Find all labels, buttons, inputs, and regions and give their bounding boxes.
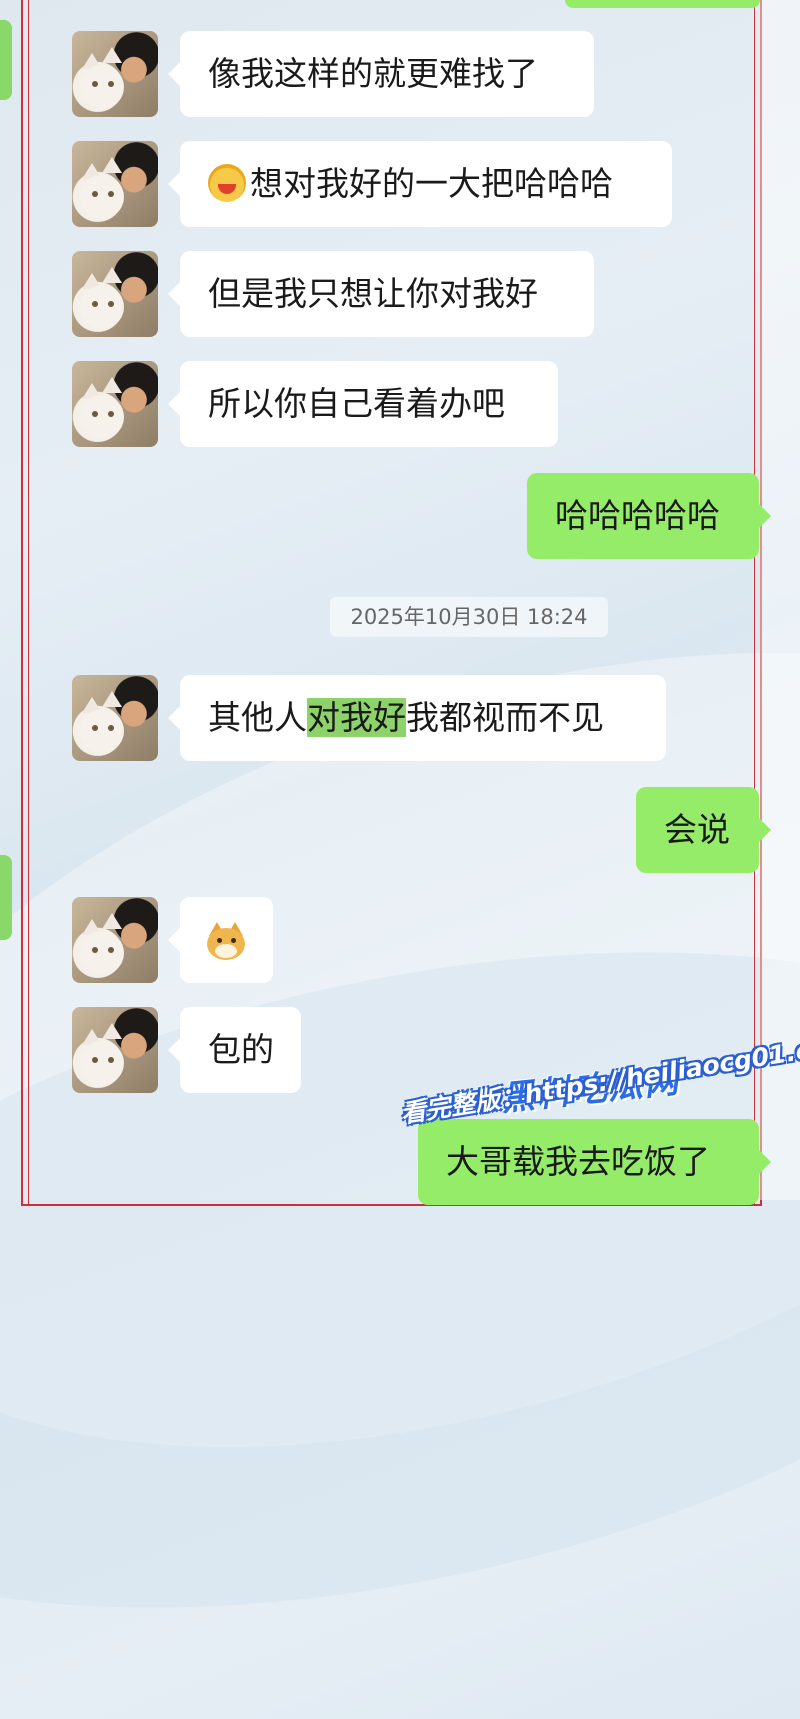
contact-avatar[interactable] xyxy=(72,897,158,983)
chat-timestamp: 2025年10月30日 18:24 xyxy=(330,597,608,637)
message-bubble-received[interactable]: 像我这样的就更难找了 xyxy=(168,31,594,117)
contact-avatar[interactable] xyxy=(72,31,158,117)
message-text: 其他人 xyxy=(208,698,307,737)
message-bubble-received[interactable]: 其他人对我好我都视而不见 xyxy=(168,675,666,761)
emoji-icon xyxy=(208,164,246,202)
message-bubble-sent[interactable]: 大哥载我去吃饭了 xyxy=(418,1119,771,1205)
edge-bubble-left xyxy=(0,20,12,100)
contact-avatar[interactable] xyxy=(72,361,158,447)
contact-avatar[interactable] xyxy=(72,141,158,227)
message-bubble-received[interactable]: 但是我只想让你对我好 xyxy=(168,251,594,337)
message-text: 想对我好的一大把哈哈哈 xyxy=(250,164,613,203)
message-bubble-received[interactable]: 所以你自己看着办吧 xyxy=(168,361,558,447)
highlighted-text: 对我好 xyxy=(307,698,406,737)
contact-avatar[interactable] xyxy=(72,251,158,337)
message-bubble-cut-off xyxy=(565,0,760,8)
message-bubble-sent[interactable]: 哈哈哈哈哈 xyxy=(527,473,771,559)
message-bubble-sent[interactable]: 会说 xyxy=(636,787,771,873)
message-bubble-received[interactable] xyxy=(168,897,273,983)
message-bubble-received[interactable]: 包的 xyxy=(168,1007,301,1093)
edge-bubble-left xyxy=(0,855,12,940)
contact-avatar[interactable] xyxy=(72,675,158,761)
doge-emoji-icon xyxy=(205,921,247,962)
message-text: 我都视而不见 xyxy=(406,698,604,737)
contact-avatar[interactable] xyxy=(72,1007,158,1093)
message-bubble-received[interactable]: 想对我好的一大把哈哈哈 xyxy=(168,141,672,227)
edge-panel-right xyxy=(760,0,800,1200)
